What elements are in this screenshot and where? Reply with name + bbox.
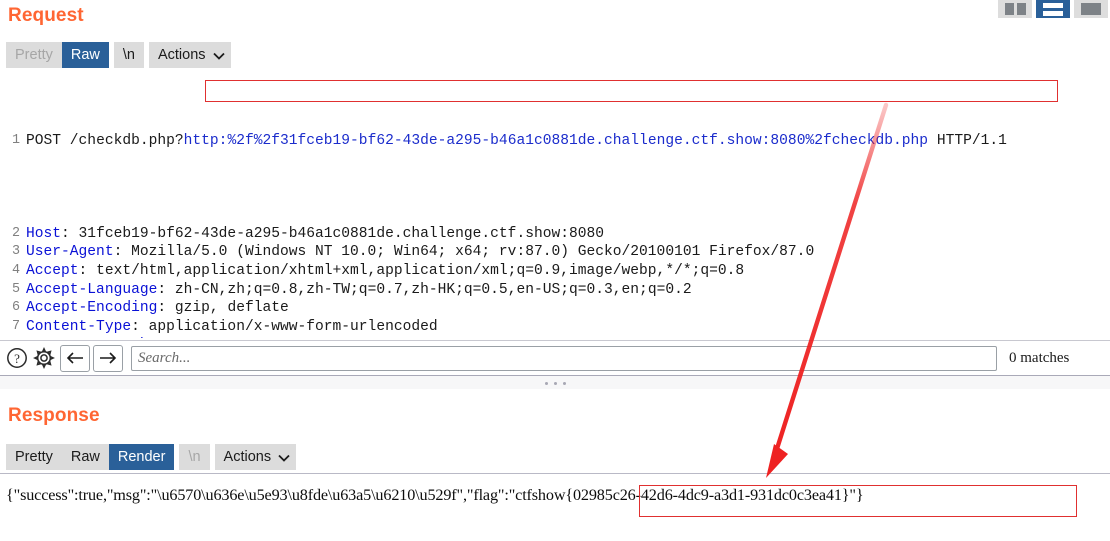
request-newline-tab-group: \n [113, 42, 144, 68]
colon: : [61, 225, 70, 242]
header-name: Accept-Language [26, 281, 158, 298]
response-section-title: Response [8, 405, 100, 426]
splitter-grip-dots [544, 381, 566, 385]
colon: : [157, 281, 167, 298]
request-section-title: Request [8, 5, 84, 26]
grip-dot [544, 381, 548, 385]
colon: : [131, 318, 140, 335]
line-number: 2 [11, 225, 20, 241]
header-value: text/html,application/xhtml+xml,applicat… [87, 262, 745, 279]
colon: : [78, 262, 88, 279]
request-header-content: Accept: text/html,application/xhtml+xml,… [26, 262, 1110, 281]
header-name: Host [26, 225, 62, 242]
header-name: Accept [26, 262, 79, 279]
header-value: application/x-www-form-urlencoded [139, 318, 438, 335]
chevron-down-icon [212, 52, 225, 60]
request-header-line: 6 Accept-Encoding: gzip, deflate [0, 299, 1110, 318]
svg-text:?: ? [14, 351, 20, 366]
grip-dot [562, 381, 566, 385]
grip-dot [553, 381, 557, 385]
gear-icon[interactable] [30, 345, 57, 372]
request-actions-label: Actions [157, 47, 206, 63]
tab-response-raw[interactable]: Raw [62, 444, 109, 470]
request-raw-editor[interactable]: 1 POST /checkdb.php?http:%2f%2f31fceb19-… [0, 76, 1110, 338]
request-header-line: 4 Accept: text/html,application/xhtml+xml… [0, 262, 1110, 281]
response-actions-button[interactable]: Actions [215, 444, 297, 470]
request-search-toolbar: ? Search... 0 matches [0, 340, 1110, 375]
request-line: 1 POST /checkdb.php?http:%2f%2f31fceb19-… [0, 132, 1110, 151]
question-circle-icon[interactable]: ? [3, 345, 30, 372]
request-start-line: POST /checkdb.php?http:%2f%2f31fceb19-bf… [26, 132, 1110, 151]
view-layout-toggles [998, 0, 1108, 18]
request-header-line: 5 Accept-Language: zh-CN,zh;q=0.8,zh-TW;q… [0, 281, 1110, 300]
tab-request-newline[interactable]: \n [114, 42, 144, 68]
request-header-content: User-Agent: Mozilla/5.0 (Windows NT 10.0… [26, 243, 1110, 262]
request-header-line: 8Content-Length: 17 [0, 336, 1110, 338]
view-icon-bar [1043, 2, 1063, 8]
arrow-left-icon[interactable] [60, 344, 90, 372]
response-tabbar: Pretty Raw Render \n Actions [6, 444, 297, 470]
request-header-content: Accept-Encoding: gzip, deflate [26, 299, 1110, 318]
request-actions-group: Actions [148, 42, 231, 68]
request-header-lines: 2 Host: 31fceb19-bf62-43de-a295-b46a1c088… [0, 225, 1110, 338]
pane-splitter[interactable] [0, 375, 1110, 390]
request-header-line: 7 Content-Type: application/x-www-form-ur… [0, 318, 1110, 337]
colon: : [157, 300, 167, 317]
split-vertical-view-button[interactable] [998, 0, 1032, 18]
header-value: 31fceb19-bf62-43de-a295-b46a1c0881de.cha… [69, 225, 605, 242]
chevron-down-icon [278, 454, 290, 462]
response-actions-group: Actions [214, 444, 297, 470]
tab-response-render[interactable]: Render [108, 444, 175, 470]
request-tabbar: Pretty Raw \n Actions [6, 42, 231, 68]
header-name: User-Agent [26, 244, 114, 261]
response-view-tabs: Pretty Raw Render [6, 444, 175, 470]
search-match-count: 0 matches [1009, 349, 1070, 366]
tab-request-pretty[interactable]: Pretty [6, 42, 62, 68]
header-value: gzip, deflate [166, 300, 289, 317]
response-body-text: {"success":true,"msg":"\u6570\u636e\u5e9… [6, 486, 864, 504]
http-version: HTTP/1.1 [928, 132, 1007, 149]
request-header-content: Host: 31fceb19-bf62-43de-a295-b46a1c0881… [26, 225, 1110, 244]
line-number: 8 [0, 336, 26, 338]
line-number: 7 [11, 318, 20, 334]
request-header-content: Content-Length: 17 [26, 336, 1110, 338]
view-icon-bar [1043, 10, 1063, 16]
view-icon-block [1016, 3, 1026, 15]
line-number: 6 [11, 300, 20, 316]
header-name: Accept-Encoding [26, 300, 158, 317]
header-name: Content-Type [26, 318, 132, 335]
split-horizontal-view-button[interactable] [1036, 0, 1070, 18]
http-method: POST [26, 132, 70, 149]
header-value: 17 [157, 337, 184, 338]
line-number: 1 [11, 132, 20, 148]
header-value: zh-CN,zh;q=0.8,zh-TW;q=0.7,zh-HK;q=0.5,e… [166, 281, 692, 298]
splitter-gap [0, 389, 1110, 400]
response-render-pane[interactable]: {"success":true,"msg":"\u6570\u636e\u5e9… [0, 474, 1110, 541]
request-actions-button[interactable]: Actions [149, 42, 231, 68]
line-number: 5 [11, 281, 20, 297]
view-icon-stack [1043, 2, 1063, 16]
request-header-content: Content-Type: application/x-www-form-url… [26, 318, 1110, 337]
header-name: Content-Length [26, 337, 149, 338]
tab-request-raw[interactable]: Raw [61, 42, 109, 68]
view-icon-block [1004, 3, 1014, 15]
search-input[interactable] [131, 345, 997, 371]
arrow-right-icon[interactable] [93, 344, 123, 372]
request-header-line: 3 User-Agent: Mozilla/5.0 (Windows NT 10.… [0, 243, 1110, 262]
request-header-content: Accept-Language: zh-CN,zh;q=0.8,zh-TW;q=… [26, 281, 1110, 300]
tab-response-newline[interactable]: \n [179, 444, 209, 470]
response-newline-tab-group: \n [179, 444, 210, 470]
line-number: 3 [11, 244, 20, 260]
request-query-param: http:%2f%2f31fceb19-bf62-43de-a295-b46a1… [183, 132, 929, 149]
request-view-tabs: Pretty Raw [6, 42, 109, 68]
request-path: /checkdb.php? [69, 132, 184, 149]
view-icon-block [1081, 3, 1101, 15]
burp-suite-repeater-window: Request Pretty Raw \n Actions 1 POST /ch… [0, 0, 1110, 541]
header-value: Mozilla/5.0 (Windows NT 10.0; Win64; x64… [122, 244, 815, 261]
response-actions-label: Actions [223, 449, 272, 465]
single-pane-view-button[interactable] [1074, 0, 1108, 18]
line-number: 4 [11, 262, 20, 278]
request-header-line: 2 Host: 31fceb19-bf62-43de-a295-b46a1c088… [0, 225, 1110, 244]
tab-response-pretty[interactable]: Pretty [6, 444, 62, 470]
